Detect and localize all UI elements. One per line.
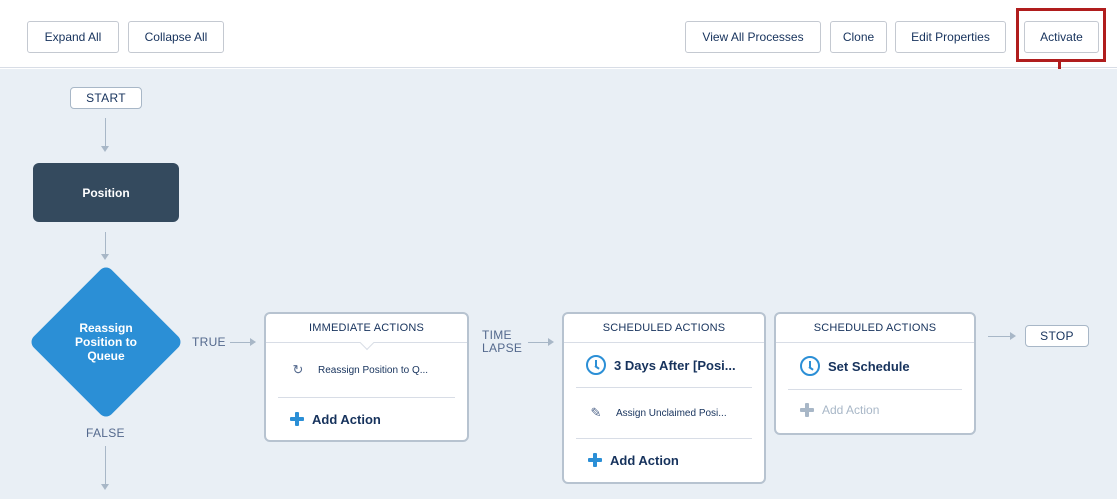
arrow-right-icon [250, 338, 256, 346]
plus-icon [588, 453, 602, 467]
plus-icon [290, 412, 304, 426]
clock-icon [800, 356, 820, 376]
schedule-label: 3 Days After [Posi... [614, 357, 736, 373]
time-lapse-label: TIME LAPSE [482, 328, 523, 355]
connector-line [105, 118, 106, 148]
connector-line [105, 446, 106, 484]
add-action-label: Add Action [610, 452, 679, 468]
add-action-button[interactable]: Add Action [266, 398, 467, 440]
refresh-icon: ↻ [292, 362, 304, 377]
immediate-actions-card: IMMEDIATE ACTIONS ↻ Reassign Position to… [264, 312, 469, 442]
stop-node: STOP [1025, 325, 1089, 347]
card-header: IMMEDIATE ACTIONS [266, 314, 467, 351]
clone-button[interactable]: Clone [830, 21, 887, 53]
connector-line [988, 336, 1010, 337]
connector-line [230, 342, 250, 343]
card-header-label: IMMEDIATE ACTIONS [308, 322, 425, 334]
add-action-label: Add Action [822, 403, 880, 417]
connector-line [528, 342, 548, 343]
activate-highlight-box [1016, 8, 1106, 62]
scheduled-action-item[interactable]: ✎ Assign Unclaimed Posi... [564, 388, 764, 438]
collapse-all-button[interactable]: Collapse All [128, 21, 224, 53]
scheduled-actions-card: SCHEDULED ACTIONS 3 Days After [Posi... … [562, 312, 766, 484]
action-label: Reassign Position to Q... [318, 364, 429, 376]
arrow-down-icon [101, 146, 109, 152]
card-header: SCHEDULED ACTIONS [564, 314, 764, 343]
arrow-down-icon [101, 484, 109, 490]
schedule-row[interactable]: Set Schedule [776, 343, 974, 389]
arrow-right-icon [1010, 332, 1016, 340]
clock-icon [586, 355, 606, 375]
immediate-action-item[interactable]: ↻ Reassign Position to Q... [266, 343, 467, 397]
view-all-processes-button[interactable]: View All Processes [685, 21, 821, 53]
arrow-right-icon [548, 338, 554, 346]
edit-properties-button[interactable]: Edit Properties [895, 21, 1006, 53]
expand-all-button[interactable]: Expand All [27, 21, 119, 53]
action-label: Assign Unclaimed Posi... [616, 407, 727, 419]
arrow-down-icon [101, 254, 109, 260]
card-header-label: SCHEDULED ACTIONS [602, 322, 726, 334]
object-node-position[interactable]: Position [33, 163, 179, 222]
add-action-label: Add Action [312, 411, 381, 427]
connector-line [105, 232, 106, 256]
criteria-node-label: Reassign Position to Queue [75, 321, 137, 363]
scheduled-actions-card: SCHEDULED ACTIONS Set Schedule Add Actio… [774, 312, 976, 435]
schedule-row[interactable]: 3 Days After [Posi... [564, 343, 764, 387]
process-toolbar: Expand All Collapse All View All Process… [0, 0, 1117, 68]
false-label: FALSE [86, 426, 125, 440]
card-header-label: SCHEDULED ACTIONS [813, 322, 937, 334]
add-action-button[interactable]: Add Action [776, 390, 974, 430]
schedule-label: Set Schedule [828, 358, 910, 374]
add-action-button[interactable]: Add Action [564, 439, 764, 481]
pencil-icon: ✎ [590, 405, 602, 420]
card-header: SCHEDULED ACTIONS [776, 314, 974, 343]
plus-icon [800, 403, 814, 417]
start-node: START [70, 87, 142, 109]
true-label: TRUE [192, 335, 226, 349]
